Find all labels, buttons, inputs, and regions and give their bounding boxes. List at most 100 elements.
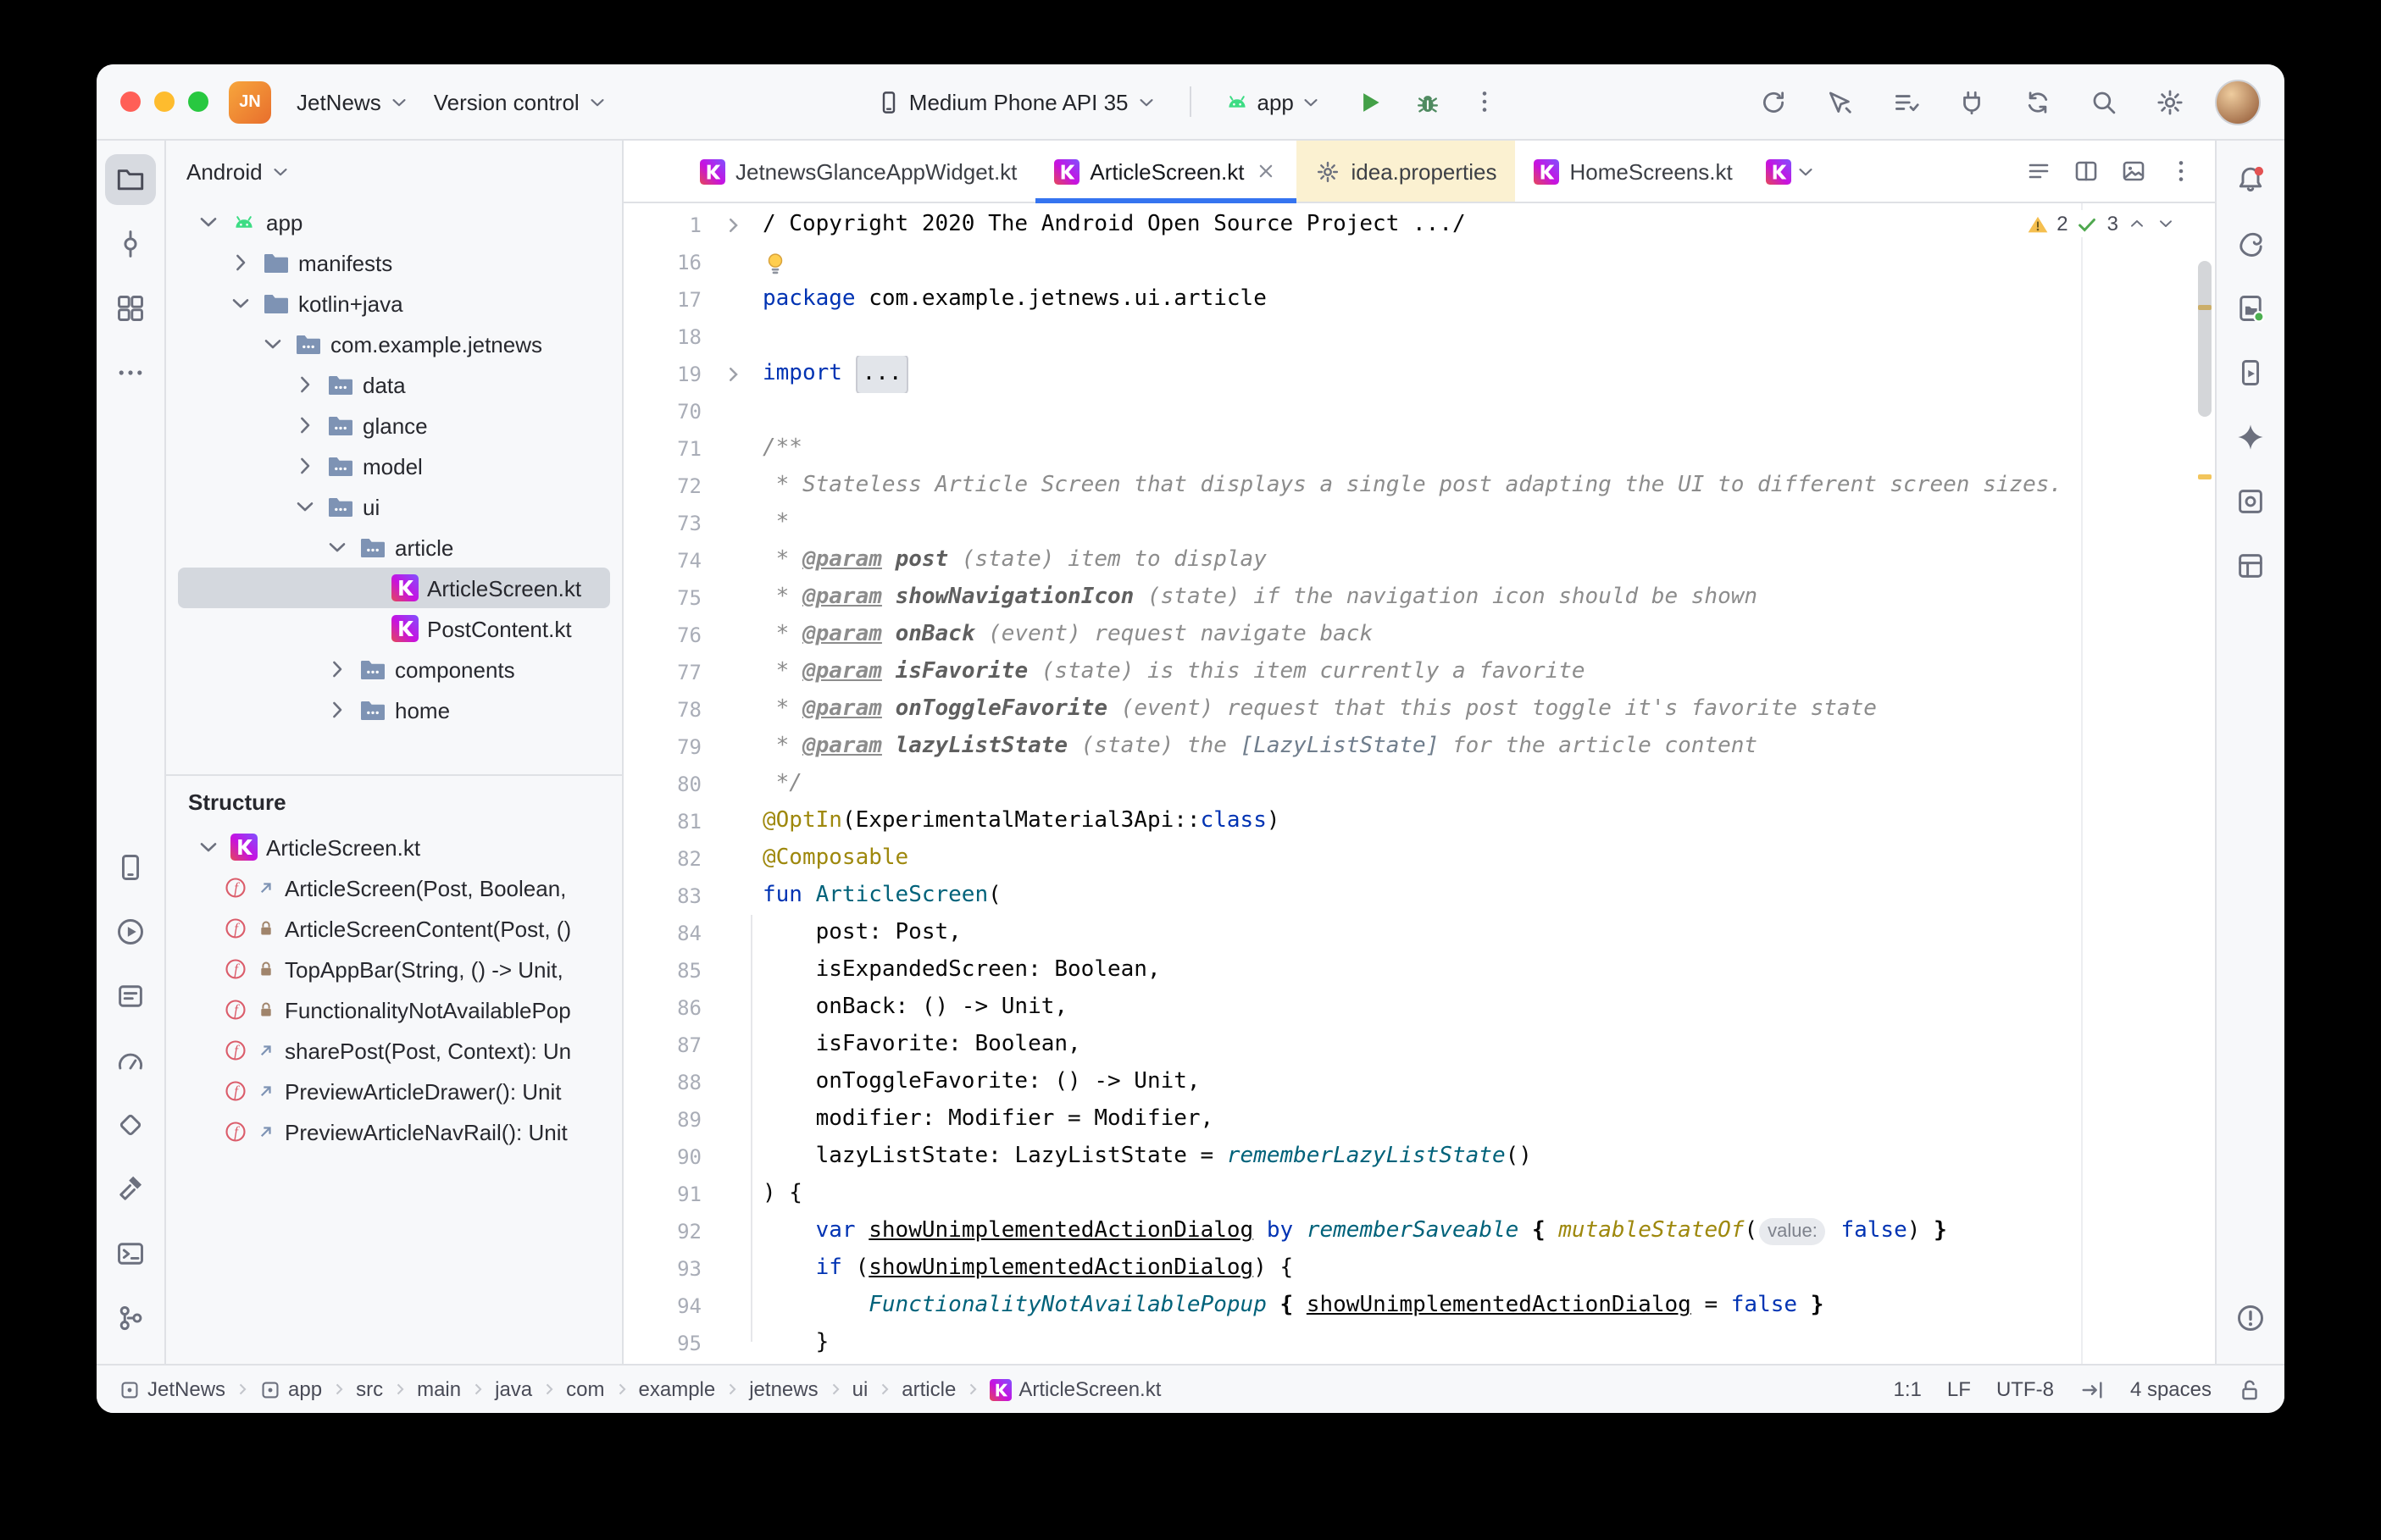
breadcrumb-item-example[interactable]: example — [639, 1377, 716, 1401]
chevron-right-icon[interactable] — [291, 371, 319, 398]
breadcrumb-item-src[interactable]: src — [356, 1377, 383, 1401]
code-text[interactable]: } — [752, 1325, 2215, 1362]
line-number[interactable]: 85 — [624, 952, 715, 989]
structure-item[interactable]: fsharePost(Post, Context): Un — [166, 1030, 622, 1071]
chevron-down-icon[interactable] — [324, 534, 351, 561]
code-line-84[interactable]: 84 post: Post, — [624, 915, 2215, 952]
running-devices-tool-button[interactable] — [2225, 347, 2276, 398]
code-text[interactable]: package com.example.jetnews.ui.article — [752, 281, 2215, 319]
line-number[interactable]: 87 — [624, 1027, 715, 1064]
code-text[interactable]: @Composable — [752, 840, 2215, 878]
resource-manager-tool-button[interactable] — [105, 283, 156, 334]
line-number[interactable]: 95 — [624, 1325, 715, 1362]
line-number[interactable]: 84 — [624, 915, 715, 952]
code-line-87[interactable]: 87 isFavorite: Boolean, — [624, 1027, 2215, 1064]
minimize-window-button[interactable] — [154, 91, 175, 112]
code-line-74[interactable]: 74 * @param post (state) item to display — [624, 542, 2215, 579]
line-number[interactable]: 77 — [624, 654, 715, 691]
layout-inspector-tool-button[interactable] — [2225, 540, 2276, 591]
fold-toggle-icon[interactable] — [715, 356, 752, 393]
code-line-79[interactable]: 79 * @param lazyListState (state) the [L… — [624, 728, 2215, 766]
code-text[interactable]: if (showUnimplementedActionDialog) { — [752, 1250, 2215, 1288]
line-number[interactable]: 91 — [624, 1176, 715, 1213]
user-avatar[interactable] — [2215, 79, 2261, 125]
chevron-right-icon[interactable] — [291, 452, 319, 479]
split-editor-icon[interactable] — [2073, 158, 2100, 185]
code-text[interactable]: import ... — [752, 356, 2215, 393]
project-tree-item-glance[interactable]: glance — [178, 405, 610, 446]
logcat-tool-button[interactable] — [105, 971, 156, 1022]
line-number[interactable]: 1 — [624, 207, 715, 244]
preview-icon[interactable] — [2120, 158, 2147, 185]
chevron-right-icon[interactable] — [324, 656, 351, 683]
line-number[interactable]: 82 — [624, 840, 715, 878]
line-number[interactable]: 80 — [624, 766, 715, 803]
code-text[interactable]: lazyListState: LazyListState = rememberL… — [752, 1138, 2215, 1176]
code-line-90[interactable]: 90 lazyListState: LazyListState = rememb… — [624, 1138, 2215, 1176]
chevron-down-icon[interactable] — [195, 834, 222, 861]
code-text[interactable] — [752, 244, 2215, 281]
chevron-right-icon[interactable] — [324, 696, 351, 723]
project-tree-item-com.example.jetnews[interactable]: com.example.jetnews — [178, 324, 610, 364]
previous-issue-button[interactable] — [2127, 213, 2147, 234]
code-editor[interactable]: 1/ Copyright 2020 The Android Open Sourc… — [624, 203, 2215, 1364]
run-button[interactable] — [1348, 80, 1392, 124]
breadcrumb-item-java[interactable]: java — [495, 1377, 532, 1401]
code-line-82[interactable]: 82 @Composable — [624, 840, 2215, 878]
build-tool-button[interactable] — [105, 1164, 156, 1215]
line-number[interactable]: 89 — [624, 1101, 715, 1138]
code-line-92[interactable]: 92 var showUnimplementedActionDialog by … — [624, 1213, 2215, 1250]
project-tree-item-ui[interactable]: ui — [178, 486, 610, 527]
line-number[interactable]: 19 — [624, 356, 715, 393]
line-number[interactable]: 86 — [624, 989, 715, 1027]
breadcrumb-item-ui[interactable]: ui — [852, 1377, 869, 1401]
project-tree-item-PostContent.kt[interactable]: PostContent.kt — [178, 608, 610, 649]
editor-scrollbar[interactable] — [2195, 203, 2215, 1364]
tab-list-icon[interactable] — [2025, 158, 2052, 185]
breadcrumb-item-article[interactable]: article — [902, 1377, 956, 1401]
project-tool-button[interactable] — [105, 154, 156, 205]
code-line-1[interactable]: 1/ Copyright 2020 The Android Open Sourc… — [624, 207, 2215, 244]
chevron-right-icon[interactable] — [227, 249, 254, 276]
line-number[interactable]: 90 — [624, 1138, 715, 1176]
more-tool-button[interactable] — [105, 347, 156, 398]
code-text[interactable]: post: Post, — [752, 915, 2215, 952]
breadcrumb-item-jetnews[interactable]: jetnews — [749, 1377, 818, 1401]
breadcrumb-item-main[interactable]: main — [417, 1377, 461, 1401]
editor-tab-idea.properties[interactable]: idea.properties — [1297, 141, 1516, 202]
chevron-down-icon[interactable] — [227, 290, 254, 317]
intention-bulb-icon[interactable] — [763, 250, 788, 275]
settings-button[interactable] — [2149, 80, 2193, 124]
encoding-widget[interactable]: UTF-8 — [1996, 1377, 2054, 1401]
profiler-tool-button[interactable] — [105, 1035, 156, 1086]
project-tree-item-app[interactable]: app — [178, 202, 610, 242]
device-manager-tool-button[interactable] — [105, 842, 156, 893]
run-tool-tool-button[interactable] — [105, 906, 156, 957]
structure-root-item[interactable]: ArticleScreen.kt — [178, 827, 610, 867]
code-line-88[interactable]: 88 onToggleFavorite: () -> Unit, — [624, 1064, 2215, 1101]
structure-item[interactable]: fPreviewArticleNavRail(): Unit — [166, 1111, 622, 1152]
line-number[interactable]: 73 — [624, 505, 715, 542]
breadcrumb-item-app[interactable]: app — [259, 1377, 322, 1401]
code-line-94[interactable]: 94 FunctionalityNotAvailablePopup { show… — [624, 1288, 2215, 1325]
project-tree-item-components[interactable]: components — [178, 649, 610, 690]
app-inspection-tool-button[interactable] — [2225, 476, 2276, 527]
line-number[interactable]: 76 — [624, 617, 715, 654]
version-control-tool-button[interactable] — [105, 1293, 156, 1343]
line-number[interactable]: 70 — [624, 393, 715, 430]
run-configuration-selector[interactable]: app — [1212, 81, 1335, 122]
code-text[interactable]: * @param post (state) item to display — [752, 542, 2215, 579]
line-number[interactable]: 88 — [624, 1064, 715, 1101]
code-text[interactable]: */ — [752, 766, 2215, 803]
line-number[interactable]: 16 — [624, 244, 715, 281]
vcs-widget[interactable]: Version control — [422, 82, 620, 121]
project-view-selector[interactable]: Android — [166, 141, 622, 202]
project-tree-item-data[interactable]: data — [178, 364, 610, 405]
structure-item[interactable]: fFunctionalityNotAvailablePop — [166, 989, 622, 1030]
close-tab-icon[interactable] — [1255, 159, 1279, 183]
structure-item[interactable]: fPreviewArticleDrawer(): Unit — [166, 1071, 622, 1111]
commit-tool-button[interactable] — [105, 219, 156, 269]
project-tree-item-kotlin+java[interactable]: kotlin+java — [178, 283, 610, 324]
line-number[interactable]: 71 — [624, 430, 715, 468]
device-selector[interactable]: Medium Phone API 35 — [865, 82, 1169, 121]
